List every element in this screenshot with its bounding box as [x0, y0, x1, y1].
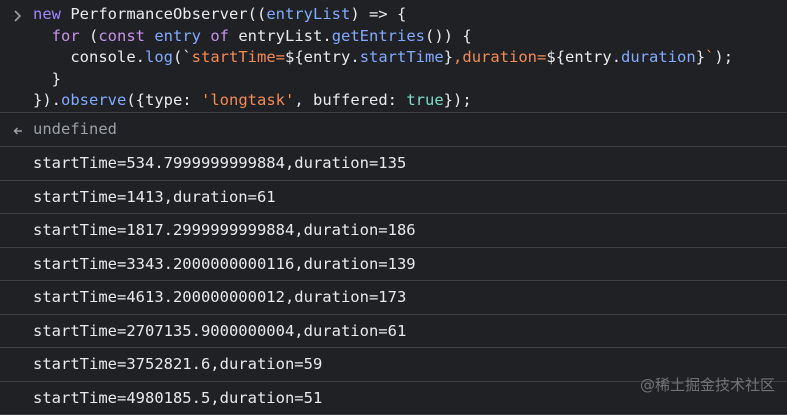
code-line: }	[0, 69, 787, 91]
watermark: @稀土掘金技术社区	[640, 374, 775, 395]
code-token: new	[33, 5, 70, 23]
code-token: startTime	[360, 48, 444, 66]
code-token: for	[52, 27, 89, 45]
code-token: ${	[285, 48, 304, 66]
code-token: });	[444, 91, 472, 109]
code-token: entry	[565, 48, 612, 66]
code-token: true	[406, 91, 443, 109]
result-value: undefined	[33, 118, 117, 140]
code-token: ()) {	[425, 27, 472, 45]
code-token: (`	[173, 48, 192, 66]
code-token: duration	[621, 48, 696, 66]
code-token	[33, 27, 52, 45]
code-token: :	[182, 91, 201, 109]
code-line: new PerformanceObserver((entryList) => {	[0, 4, 787, 26]
console-result-row: undefined	[0, 113, 787, 147]
code-editor[interactable]: new PerformanceObserver((entryList) => {…	[0, 4, 787, 112]
code-token: }	[696, 48, 705, 66]
console-input-block[interactable]: new PerformanceObserver((entryList) => {…	[0, 0, 787, 113]
code-token: entry	[154, 27, 210, 45]
code-token: :	[388, 91, 407, 109]
code-token: PerformanceObserver	[70, 5, 247, 23]
code-token: startTime=	[192, 48, 285, 66]
code-token: }	[444, 48, 453, 66]
code-token: console	[33, 48, 136, 66]
log-message: startTime=1413,duration=61	[0, 181, 787, 215]
code-token: .	[350, 48, 359, 66]
code-token: buffered	[313, 91, 388, 109]
code-token: ,duration=	[453, 48, 546, 66]
code-token: type	[145, 91, 182, 109]
code-line: console.log(`startTime=${entry.startTime…	[0, 47, 787, 69]
return-arrow-icon	[12, 123, 24, 135]
code-token: (	[89, 27, 98, 45]
log-message: startTime=534.7999999999884,duration=135	[0, 147, 787, 181]
code-token: entryList	[238, 27, 322, 45]
log-message: startTime=4613.200000000012,duration=173	[0, 281, 787, 315]
code-token: const	[98, 27, 154, 45]
code-token: entryList	[266, 5, 350, 23]
code-token: ({	[126, 91, 145, 109]
code-token: getEntries	[332, 27, 425, 45]
code-line: }).observe({type: 'longtask', buffered: …	[0, 90, 787, 112]
chevron-right-icon	[13, 8, 23, 20]
code-token: ) => {	[350, 5, 406, 23]
log-message: startTime=3343.2000000000116,duration=13…	[0, 248, 787, 282]
code-token: observe	[61, 91, 126, 109]
code-token: entry	[304, 48, 351, 66]
log-message: startTime=2707135.9000000004,duration=61	[0, 315, 787, 349]
code-token: `	[705, 48, 714, 66]
code-token: );	[714, 48, 733, 66]
code-token: ,	[294, 91, 313, 109]
code-token: ((	[248, 5, 267, 23]
code-token: }	[33, 70, 61, 88]
code-token: log	[145, 48, 173, 66]
code-token: ${	[546, 48, 565, 66]
code-token: }).	[33, 91, 61, 109]
code-token: of	[210, 27, 238, 45]
code-token: .	[322, 27, 331, 45]
console-panel: new PerformanceObserver((entryList) => {…	[0, 0, 787, 409]
code-line: for (const entry of entryList.getEntries…	[0, 26, 787, 48]
code-token: .	[136, 48, 145, 66]
code-token: .	[612, 48, 621, 66]
code-token: 'longtask'	[201, 91, 294, 109]
log-message: startTime=1817.2999999999884,duration=18…	[0, 214, 787, 248]
